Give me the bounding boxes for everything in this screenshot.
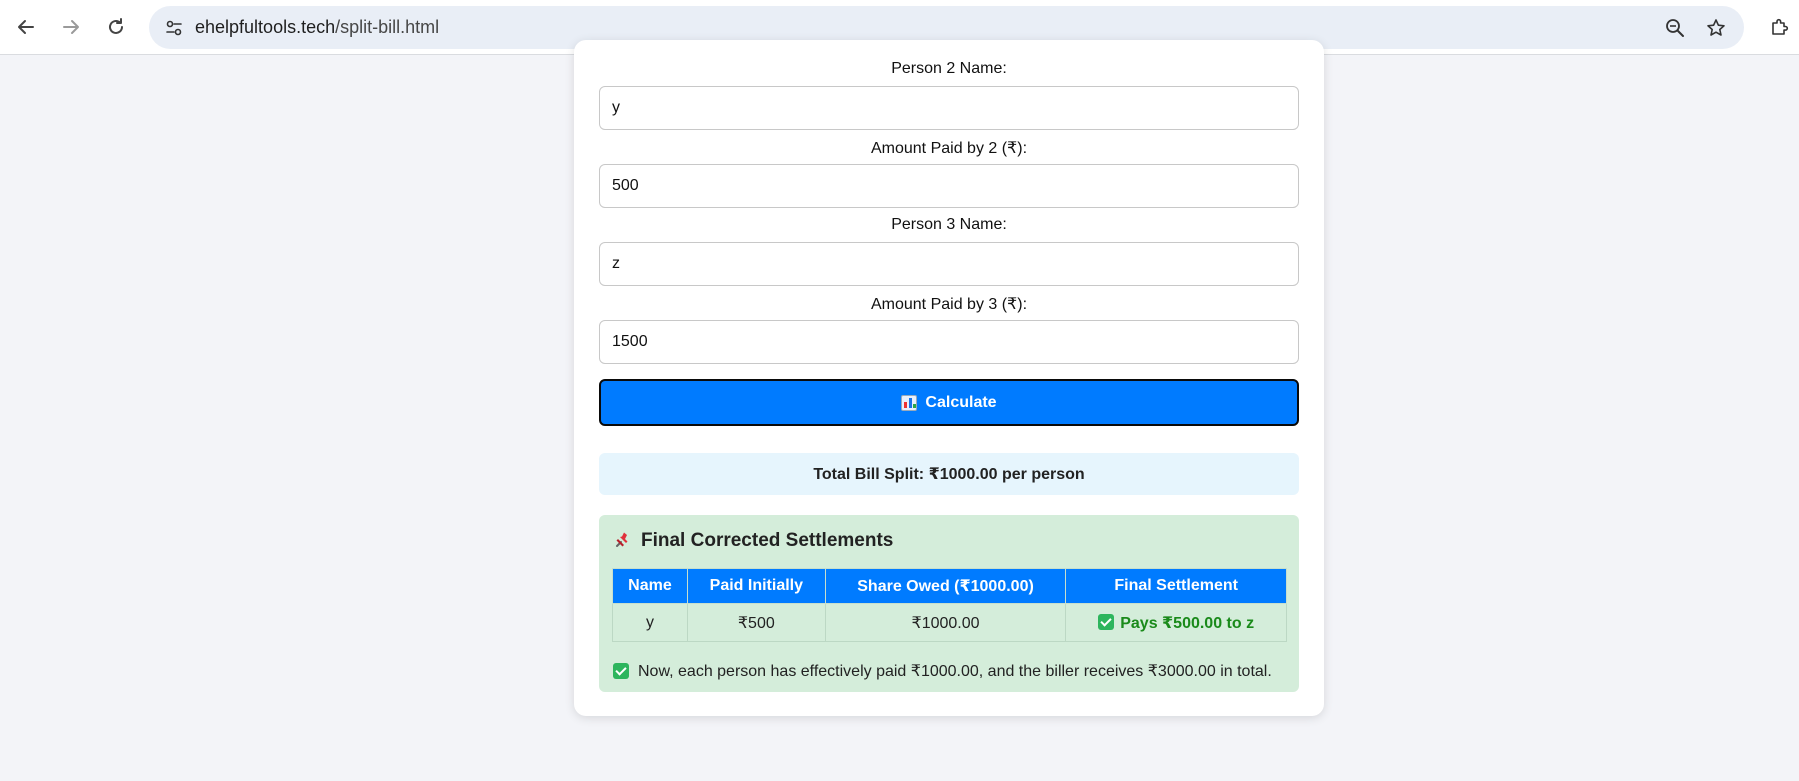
split-summary-text: Total Bill Split: ₹1000.00 per person (813, 466, 1085, 483)
person2-name-label: Person 2 Name: (891, 60, 1007, 77)
site-info-button[interactable] (157, 11, 190, 44)
reload-button[interactable] (98, 9, 134, 45)
pushpin-icon (613, 532, 631, 550)
checkbox-check-icon (613, 663, 629, 679)
split-bill-card: Person 2 Name: Amount Paid by 2 (₹): Per… (574, 40, 1324, 716)
bar-chart-icon (901, 394, 918, 411)
bookmark-button[interactable] (1703, 15, 1729, 41)
amount2-label: Amount Paid by 2 (₹): (870, 140, 1028, 157)
amount2-input[interactable] (599, 164, 1299, 208)
extensions-button[interactable] (1762, 9, 1798, 45)
checkbox-check-icon (1098, 613, 1115, 630)
amount3-label: Amount Paid by 3 (₹): (870, 296, 1028, 313)
split-summary: Total Bill Split: ₹1000.00 per person (599, 453, 1299, 495)
column-header: Share Owed (₹1000.00) (824, 568, 1067, 604)
tune-icon (165, 20, 182, 35)
zoom-button[interactable] (1662, 15, 1688, 41)
arrow-right-icon (63, 20, 79, 34)
cell-final-settlement: Pays ₹500.00 to z (1065, 603, 1287, 642)
cell-paid: ₹500 (686, 603, 826, 642)
settlements-table: Name Paid Initially Share Owed (₹1000.00… (612, 568, 1287, 642)
star-icon (1707, 19, 1725, 36)
column-header: Name (612, 568, 688, 604)
settlements-title: Final Corrected Settlements (641, 530, 894, 551)
puzzle-icon (1772, 18, 1789, 35)
reload-icon (109, 18, 123, 34)
cell-name: y (612, 603, 688, 642)
url-text[interactable]: ehelpfultools.tech/split-bill.html (195, 17, 439, 38)
url-domain: ehelpfultools.tech (195, 17, 336, 37)
settlement-note: Now, each person has effectively paid ₹1… (613, 661, 1272, 681)
forward-button[interactable] (53, 9, 89, 45)
settlement-note-text: Now, each person has effectively paid ₹1… (638, 663, 1272, 680)
calculate-label: Calculate (925, 393, 997, 411)
amount3-input[interactable] (599, 320, 1299, 364)
settlements-heading: Final Corrected Settlements (613, 530, 893, 552)
person2-name-input[interactable] (599, 86, 1299, 130)
cell-share: ₹1000.00 (824, 603, 1067, 642)
table-row: y ₹500 ₹1000.00 Pays ₹500.00 to z (612, 603, 1287, 642)
back-button[interactable] (8, 9, 44, 45)
settlements-panel: Final Corrected Settlements Name Paid In… (599, 515, 1299, 692)
person3-name-input[interactable] (599, 242, 1299, 286)
column-header: Final Settlement (1065, 568, 1287, 604)
final-settlement-text: Pays ₹500.00 to z (1120, 614, 1255, 632)
arrow-left-icon (18, 20, 34, 34)
url-path: /split-bill.html (335, 17, 440, 37)
table-header-row: Name Paid Initially Share Owed (₹1000.00… (612, 568, 1287, 604)
person3-name-label: Person 3 Name: (891, 216, 1007, 233)
column-header: Paid Initially (686, 568, 826, 604)
calculate-button[interactable]: Calculate (599, 379, 1299, 426)
zoom-out-icon (1666, 19, 1684, 37)
